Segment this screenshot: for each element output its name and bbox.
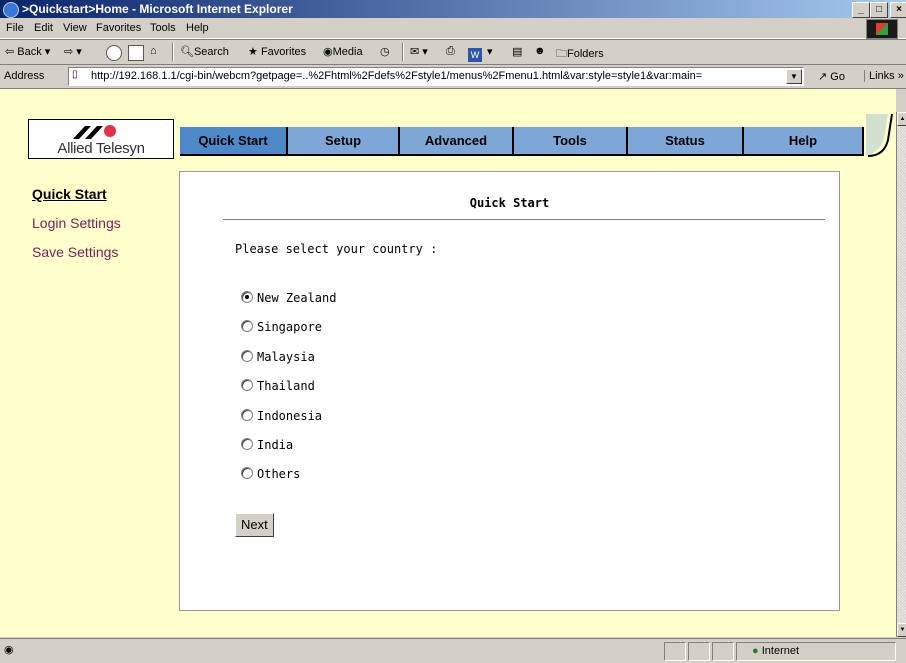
minimize-button[interactable]: _ — [852, 2, 870, 18]
globe-icon: ● — [752, 645, 759, 657]
refresh-icon[interactable] — [128, 45, 146, 61]
discuss-icon[interactable]: ▤ — [512, 45, 522, 58]
status-cell — [688, 642, 710, 661]
window-title: >Quickstart>Home - Microsoft Internet Ex… — [22, 2, 293, 16]
folders-icon: 🗀︎ — [556, 48, 567, 60]
next-button[interactable]: Next — [235, 513, 274, 537]
history-icon[interactable]: ◷ — [380, 45, 390, 58]
scroll-up-icon[interactable]: ▲ — [897, 112, 906, 126]
back-button[interactable]: ⇦ Back ▾ — [5, 45, 50, 58]
title-bar: >Quickstart>Home - Microsoft Internet Ex… — [0, 0, 906, 18]
radio-singapore[interactable] — [241, 320, 253, 332]
address-field[interactable]: ▯ ▼ — [68, 67, 804, 86]
media-icon: ◉ — [323, 46, 333, 58]
back-arrow-icon: ⇦ — [5, 46, 15, 58]
messenger-icon[interactable]: ☻ — [534, 45, 546, 57]
nav-curve-decoration — [866, 113, 893, 157]
sidebar-item-save-settings[interactable]: Save Settings — [32, 244, 172, 260]
go-arrow-icon: ↗ — [818, 71, 828, 83]
sidebar-item-login-settings[interactable]: Login Settings — [32, 215, 172, 231]
address-bar: Address ▯ ▼ ↗ Go Links » — [0, 64, 906, 89]
radio-new-zealand[interactable] — [241, 291, 253, 303]
radio-others[interactable] — [241, 467, 253, 479]
country-option-indonesia[interactable]: Indonesia — [241, 409, 322, 423]
page-status-icon: ◉ — [4, 644, 14, 656]
brand-mark-icon — [73, 125, 116, 139]
windows-logo-icon — [866, 19, 898, 39]
address-input[interactable] — [69, 68, 791, 83]
maximize-button[interactable]: □ — [870, 2, 888, 18]
links-button[interactable]: Links » — [864, 70, 904, 82]
edit-word-icon[interactable]: W ▾ — [468, 45, 493, 62]
address-label: Address — [4, 70, 45, 82]
menu-favorites[interactable]: Favorites — [96, 22, 141, 34]
menu-view[interactable]: View — [63, 22, 87, 34]
search-icon: 🔍︎ — [180, 46, 194, 58]
favorites-button[interactable]: ★ Favorites — [248, 45, 306, 58]
stop-icon[interactable] — [106, 45, 124, 61]
quick-start-panel: Quick Start Please select your country :… — [179, 171, 840, 611]
menu-file[interactable]: File — [6, 22, 24, 34]
tab-setup[interactable]: Setup — [288, 127, 400, 156]
main-nav: Quick Start Setup Advanced Tools Status … — [180, 127, 870, 156]
menu-tools[interactable]: Tools — [150, 22, 176, 34]
browser-toolbar: ⇦ Back ▾ ⇨ ▾ ⌂ 🔍︎Search ★ Favorites ◉Med… — [0, 39, 906, 65]
tab-tools[interactable]: Tools — [514, 127, 628, 156]
menu-edit[interactable]: Edit — [34, 22, 53, 34]
go-button[interactable]: ↗ Go — [818, 70, 845, 83]
search-button[interactable]: 🔍︎Search — [180, 45, 229, 58]
media-button[interactable]: ◉Media — [323, 45, 363, 58]
status-bar: ◉ ● Internet — [0, 638, 906, 663]
country-option-singapore[interactable]: Singapore — [241, 320, 322, 334]
mail-icon[interactable]: ✉ ▾ — [410, 45, 428, 58]
content-top — [0, 89, 896, 113]
folders-button[interactable]: 🗀︎Folders — [556, 45, 604, 64]
favorites-icon: ★ — [248, 46, 258, 58]
heading-divider — [223, 219, 825, 220]
sidebar: Quick Start Login Settings Save Settings — [32, 186, 172, 273]
home-icon[interactable]: ⌂ — [150, 45, 157, 57]
allied-telesyn-logo[interactable]: Allied Telesyn — [28, 119, 174, 159]
print-icon[interactable]: ⎙ — [446, 45, 455, 58]
radio-indonesia[interactable] — [241, 409, 253, 421]
close-button[interactable]: × — [890, 2, 906, 18]
status-cell — [664, 642, 686, 661]
radio-malaysia[interactable] — [241, 350, 253, 362]
page-icon: ▯ — [72, 69, 78, 80]
country-option-malaysia[interactable]: Malaysia — [241, 350, 315, 364]
menu-bar: File Edit View Favorites Tools Help — [0, 18, 906, 39]
tab-advanced[interactable]: Advanced — [400, 127, 514, 156]
radio-india[interactable] — [241, 438, 253, 450]
status-cell — [712, 642, 734, 661]
tab-status[interactable]: Status — [628, 127, 744, 156]
address-dropdown-icon[interactable]: ▼ — [786, 69, 802, 84]
brand-name: Allied Telesyn — [57, 140, 145, 157]
country-option-india[interactable]: India — [241, 438, 293, 452]
panel-heading: Quick Start — [469, 196, 550, 210]
tab-quick-start[interactable]: Quick Start — [180, 127, 288, 156]
country-prompt: Please select your country : — [235, 242, 438, 256]
internet-explorer-icon — [3, 2, 19, 18]
radio-thailand[interactable] — [241, 379, 253, 391]
forward-arrow-icon: ⇨ — [64, 46, 74, 58]
menu-help[interactable]: Help — [186, 22, 209, 34]
scroll-down-icon[interactable]: ▼ — [897, 623, 906, 637]
sidebar-item-quick-start[interactable]: Quick Start — [32, 186, 172, 202]
forward-button[interactable]: ⇨ ▾ — [64, 45, 82, 58]
country-option-new-zealand[interactable]: New Zealand — [241, 291, 336, 305]
country-option-thailand[interactable]: Thailand — [241, 379, 315, 393]
tab-help[interactable]: Help — [744, 127, 864, 156]
internet-zone: ● Internet — [752, 645, 800, 657]
country-option-others[interactable]: Others — [241, 467, 300, 481]
vertical-scrollbar[interactable]: ▲ ▼ — [896, 112, 906, 637]
